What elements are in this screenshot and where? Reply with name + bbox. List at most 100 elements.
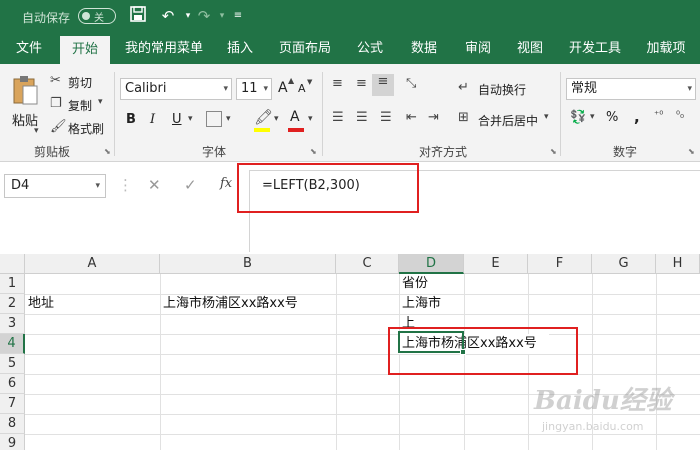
tab-home[interactable]: 开始 (60, 36, 110, 64)
merge-center-button[interactable]: 合并后居中 (478, 112, 538, 129)
cell-b2[interactable]: 上海市杨浦区xx路xx号 (163, 294, 298, 314)
row-header-7[interactable]: 7 (0, 394, 25, 414)
decrease-decimal-icon[interactable]: ⁰₀ (676, 110, 684, 121)
font-name-select[interactable]: Calibri ▾ (120, 78, 232, 100)
column-header-e[interactable]: E (464, 254, 528, 274)
font-color-dropdown-icon[interactable]: ▾ (308, 114, 313, 124)
clipboard-launcher-icon[interactable]: ⬊ (104, 147, 111, 156)
tab-insert[interactable]: 插入 (218, 34, 262, 64)
copy-button[interactable]: 复制 (68, 97, 92, 114)
cut-button[interactable]: 剪切 (68, 74, 92, 91)
row-header-2[interactable]: 2 (0, 294, 25, 314)
font-launcher-icon[interactable]: ⬊ (310, 147, 317, 156)
column-header-c[interactable]: C (336, 254, 399, 274)
column-header-g[interactable]: G (592, 254, 656, 274)
customize-toolbar-icon[interactable]: ≡ (228, 6, 248, 26)
font-size-value: 11 (241, 81, 258, 96)
comma-button[interactable]: , (634, 108, 640, 126)
chevron-down-icon: ▾ (95, 181, 100, 191)
tab-review[interactable]: 审阅 (456, 34, 500, 64)
row-header-8[interactable]: 8 (0, 414, 25, 434)
borders-icon[interactable] (206, 111, 222, 127)
grow-font-button[interactable]: A (278, 80, 288, 96)
column-header-d[interactable]: D (399, 254, 464, 274)
italic-button[interactable]: I (150, 112, 155, 127)
format-painter-icon: 🖌 (50, 119, 67, 134)
currency-icon[interactable]: 💱 (570, 110, 586, 125)
tab-page-layout[interactable]: 页面布局 (272, 34, 338, 64)
alignment-launcher-icon[interactable]: ⬊ (550, 147, 557, 156)
baidu-watermark: Baidu经验 jingyan.baidu.com (534, 372, 694, 442)
row-header-5[interactable]: 5 (0, 354, 25, 374)
font-size-select[interactable]: 11 ▾ (236, 78, 272, 100)
chevron-down-icon: ▾ (263, 84, 268, 94)
bold-button[interactable]: B (126, 112, 136, 127)
percent-button[interactable]: % (606, 110, 618, 125)
font-group-label: 字体 (201, 145, 226, 159)
fill-color-dropdown-icon[interactable]: ▾ (274, 114, 279, 124)
redo-icon[interactable]: ↷ (194, 6, 214, 26)
chevron-down-icon: ▾ (223, 84, 228, 94)
orientation-icon[interactable]: ⤡ (406, 76, 416, 91)
number-launcher-icon[interactable]: ⬊ (688, 147, 695, 156)
alignment-group-label: 对齐方式 (418, 145, 467, 159)
paste-icon[interactable] (10, 74, 40, 108)
row-header-3[interactable]: 3 (0, 314, 25, 334)
copy-icon: ❐ (50, 96, 62, 111)
row-header-9[interactable]: 9 (0, 434, 25, 450)
column-header-a[interactable]: A (25, 254, 160, 274)
align-bottom-icon[interactable]: ≡ (372, 74, 394, 96)
undo-icon[interactable]: ↶ (158, 6, 178, 26)
cell-d1[interactable]: 省份 (402, 274, 428, 294)
tab-formulas[interactable]: 公式 (348, 34, 392, 64)
tab-file[interactable]: 文件 (6, 34, 52, 64)
tab-view[interactable]: 视图 (508, 34, 552, 64)
row-header-6[interactable]: 6 (0, 374, 25, 394)
align-right-icon[interactable]: ☰ (380, 110, 392, 125)
align-left-icon[interactable]: ☰ (332, 110, 344, 125)
column-header-f[interactable]: F (528, 254, 592, 274)
tab-my-menu[interactable]: 我的常用菜单 (118, 34, 210, 64)
enter-icon[interactable]: ✓ (184, 176, 197, 194)
align-center-icon[interactable]: ☰ (356, 110, 368, 125)
underline-button[interactable]: U (172, 112, 182, 127)
cancel-icon[interactable]: ✕ (148, 176, 161, 194)
tab-addins[interactable]: 加载项 (638, 34, 694, 64)
grid-line (25, 334, 700, 335)
fill-color-icon[interactable]: 🖍 (254, 108, 273, 126)
shrink-font-button[interactable]: A (298, 82, 306, 95)
cell-a2[interactable]: 地址 (28, 294, 54, 314)
select-all-corner[interactable] (0, 254, 25, 274)
save-icon[interactable] (128, 6, 148, 26)
number-format-select[interactable]: 常规 ▾ (566, 78, 696, 100)
format-painter-button[interactable]: 格式刷 (68, 120, 104, 137)
decrease-indent-icon[interactable]: ⇤ (406, 110, 417, 125)
cell-d2[interactable]: 上海市 (402, 294, 441, 314)
currency-dropdown-icon[interactable]: ▾ (590, 112, 595, 122)
scissors-icon: ✂ (50, 73, 61, 88)
grid-line (25, 294, 700, 295)
row-header-4[interactable]: 4 (0, 334, 25, 354)
align-middle-icon[interactable]: ≡ (356, 76, 367, 91)
copy-dropdown-icon[interactable]: ▾ (98, 97, 103, 107)
increase-decimal-icon[interactable]: ⁺⁰ (654, 110, 663, 121)
font-color-button[interactable]: A (290, 109, 300, 125)
wrap-text-button[interactable]: 自动换行 (478, 81, 526, 98)
row-header-1[interactable]: 1 (0, 274, 25, 294)
tab-data[interactable]: 数据 (402, 34, 446, 64)
increase-indent-icon[interactable]: ⇥ (428, 110, 439, 125)
name-box[interactable]: D4 ▾ (4, 174, 106, 198)
borders-dropdown-icon[interactable]: ▾ (226, 114, 231, 124)
grid-line (25, 314, 700, 315)
tab-developer[interactable]: 开发工具 (562, 34, 628, 64)
merge-center-icon: ⊞ (458, 110, 469, 125)
column-header-b[interactable]: B (160, 254, 336, 274)
column-header-h[interactable]: H (656, 254, 700, 274)
align-top-icon[interactable]: ≡ (332, 76, 343, 91)
autosave-toggle[interactable]: 关 (78, 8, 116, 24)
underline-dropdown-icon[interactable]: ▾ (188, 114, 193, 124)
paste-dropdown-icon[interactable]: ▾ (34, 126, 39, 136)
insert-function-icon[interactable]: fx (220, 176, 232, 191)
merge-dropdown-icon[interactable]: ▾ (544, 112, 549, 122)
number-format-value: 常规 (571, 81, 598, 96)
